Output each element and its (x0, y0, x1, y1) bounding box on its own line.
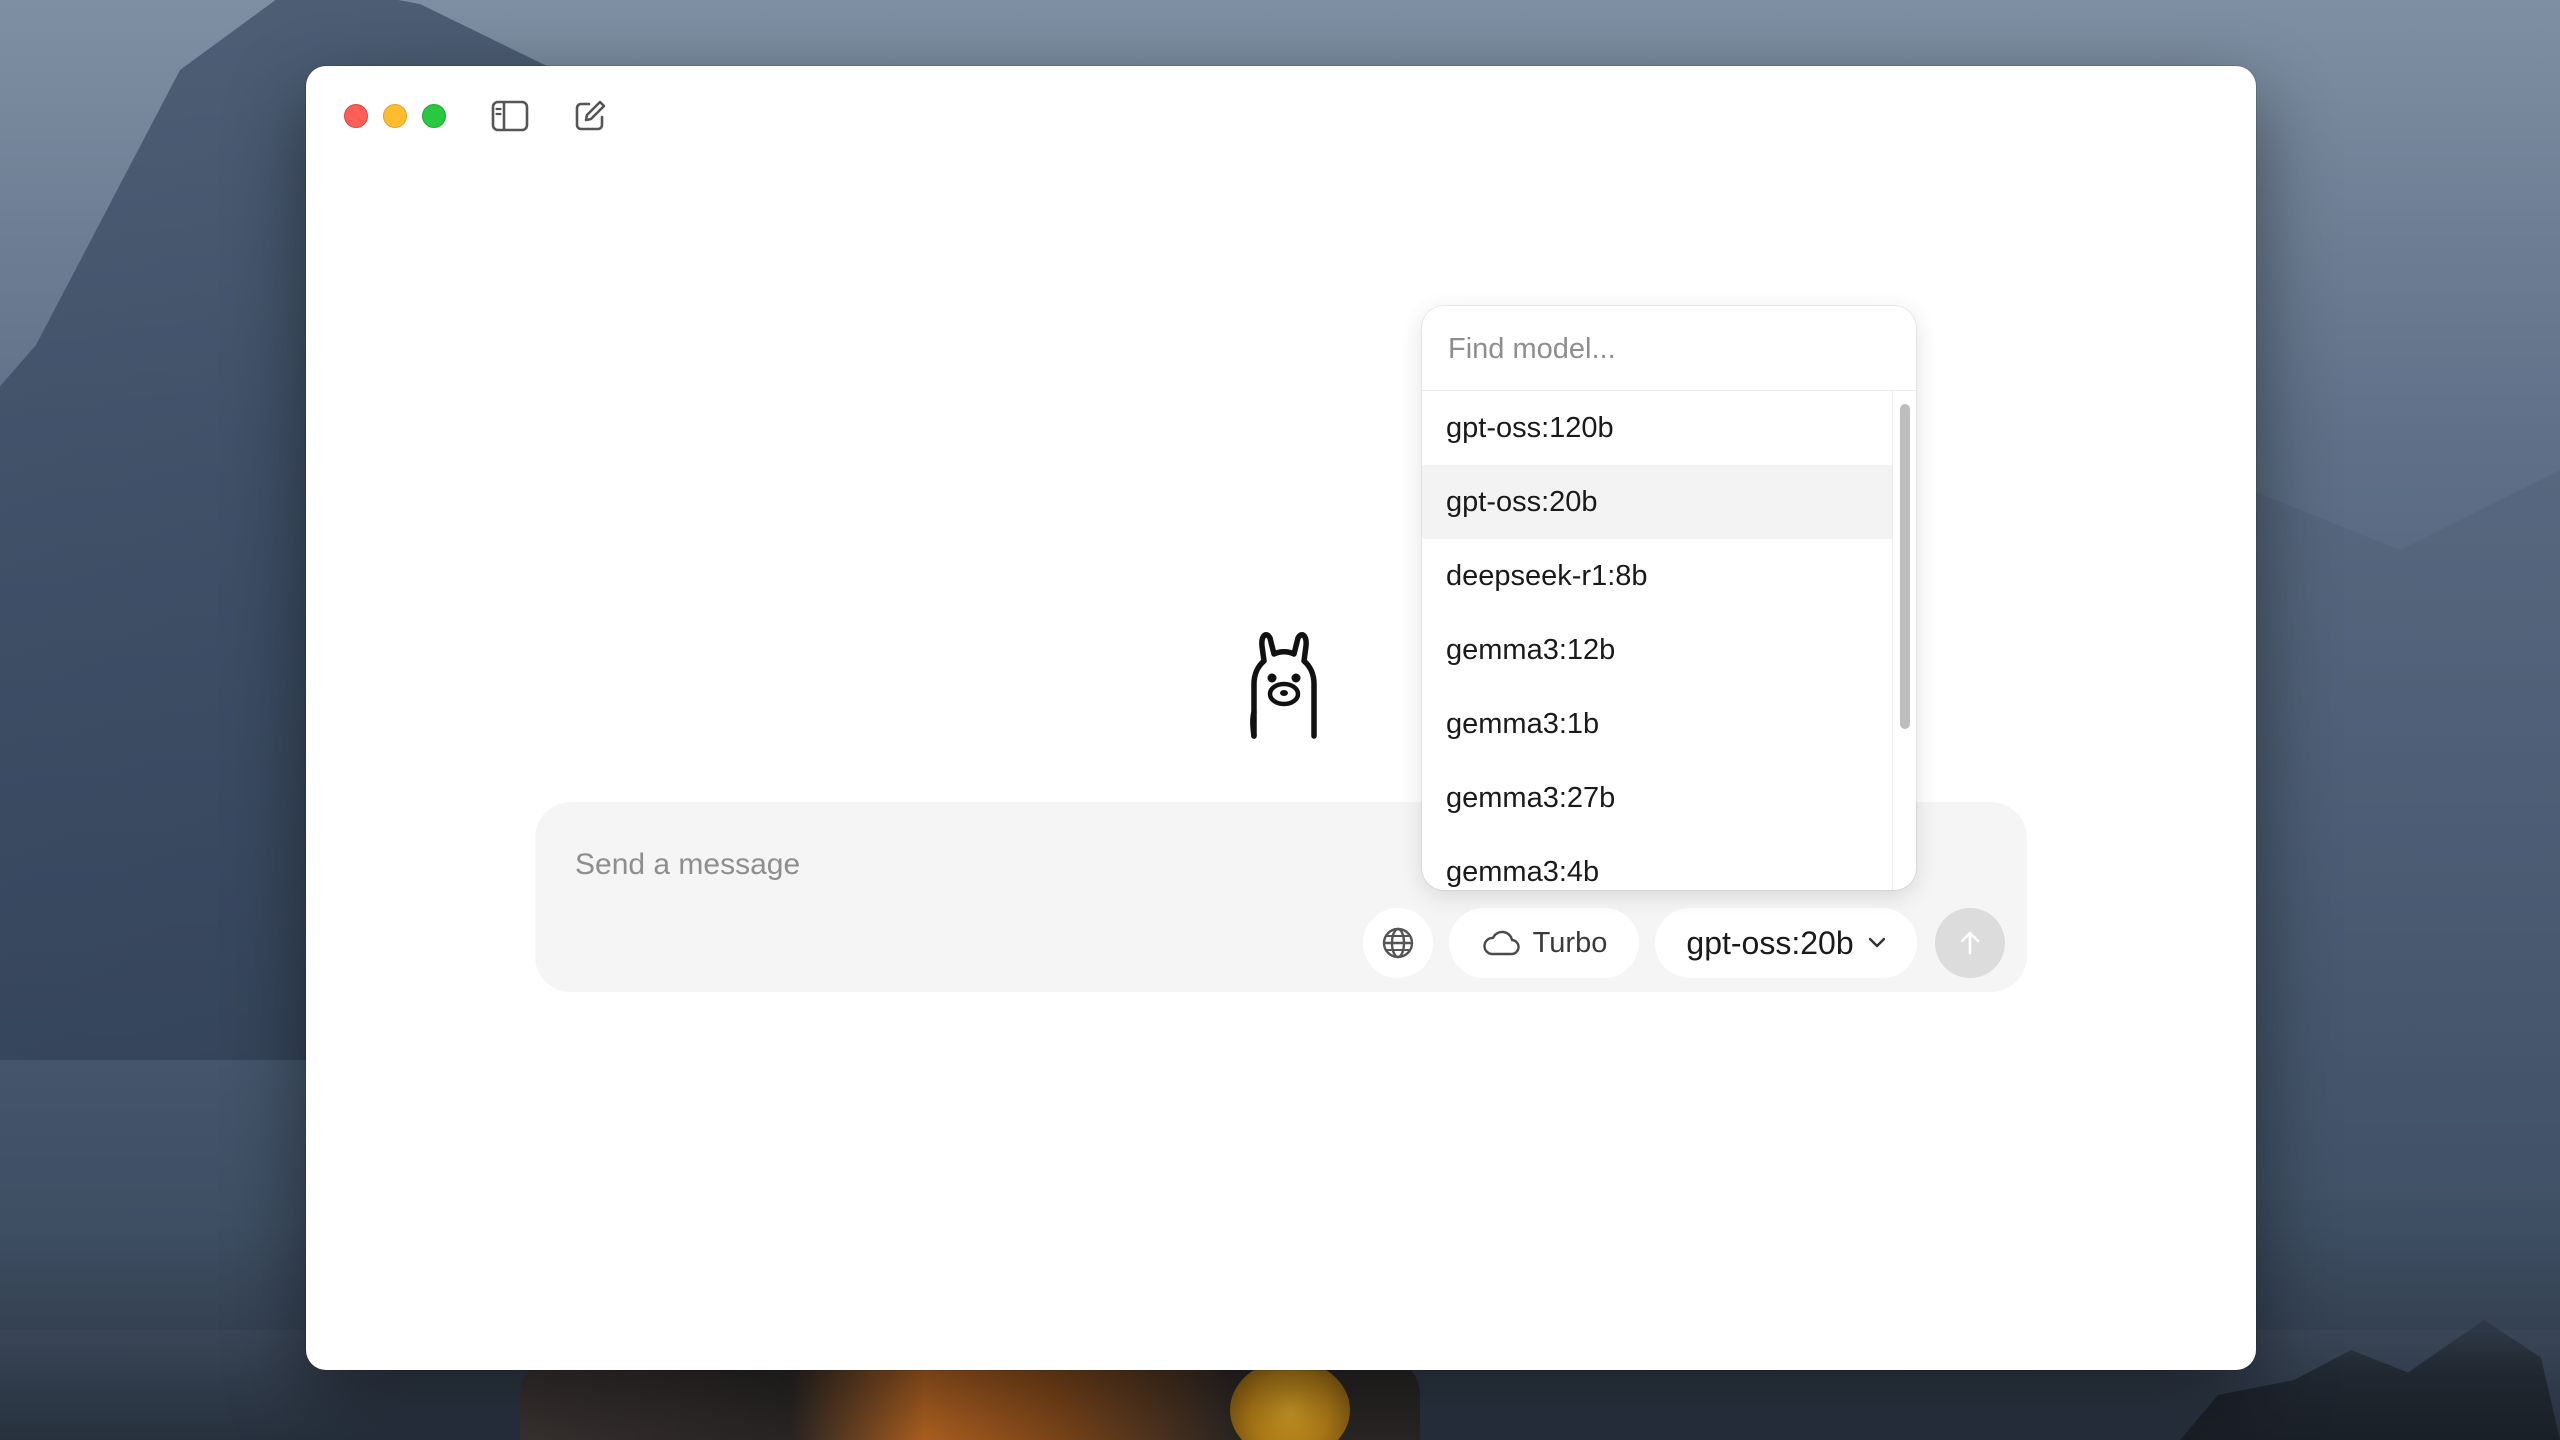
model-option[interactable]: gemma3:4b (1422, 835, 1892, 890)
web-search-button[interactable] (1363, 908, 1433, 978)
sidebar-toggle-icon (491, 100, 529, 132)
model-option[interactable]: gemma3:27b (1422, 761, 1892, 835)
sidebar-toggle-button[interactable] (490, 96, 530, 136)
selected-model-label: gpt-oss:20b (1686, 924, 1854, 961)
model-option-selected[interactable]: gpt-oss:20b (1422, 465, 1892, 539)
message-input[interactable] (573, 842, 1377, 888)
llama-logo-icon (1236, 626, 1332, 746)
model-selector-button[interactable]: gpt-oss:20b (1655, 908, 1917, 978)
model-option[interactable]: gemma3:12b (1422, 613, 1892, 687)
new-chat-icon (575, 100, 606, 131)
new-chat-button[interactable] (570, 96, 610, 136)
cloud-icon (1482, 930, 1520, 956)
model-list: gpt-oss:120b gpt-oss:20b deepseek-r1:8b … (1422, 391, 1893, 890)
window-close-button[interactable] (344, 104, 368, 128)
window-minimize-button[interactable] (383, 104, 407, 128)
model-dropdown: gpt-oss:120b gpt-oss:20b deepseek-r1:8b … (1422, 306, 1916, 890)
model-list-scrollbar[interactable] (1900, 404, 1910, 729)
model-option[interactable]: gemma3:1b (1422, 687, 1892, 761)
model-search (1422, 306, 1916, 391)
chevron-down-icon (1868, 937, 1885, 948)
turbo-button[interactable]: Turbo (1449, 908, 1639, 978)
app-window: Turbo gpt-oss:20b gpt-oss:120b gpt-oss:2… (306, 66, 2256, 1370)
model-option[interactable]: gpt-oss:120b (1422, 391, 1892, 465)
model-option[interactable]: deepseek-r1:8b (1422, 539, 1892, 613)
globe-icon (1382, 927, 1414, 959)
turbo-label: Turbo (1532, 926, 1608, 959)
window-maximize-button[interactable] (422, 104, 446, 128)
send-button[interactable] (1935, 908, 2005, 978)
arrow-up-icon (1960, 931, 1980, 955)
model-search-input[interactable] (1446, 326, 1890, 372)
